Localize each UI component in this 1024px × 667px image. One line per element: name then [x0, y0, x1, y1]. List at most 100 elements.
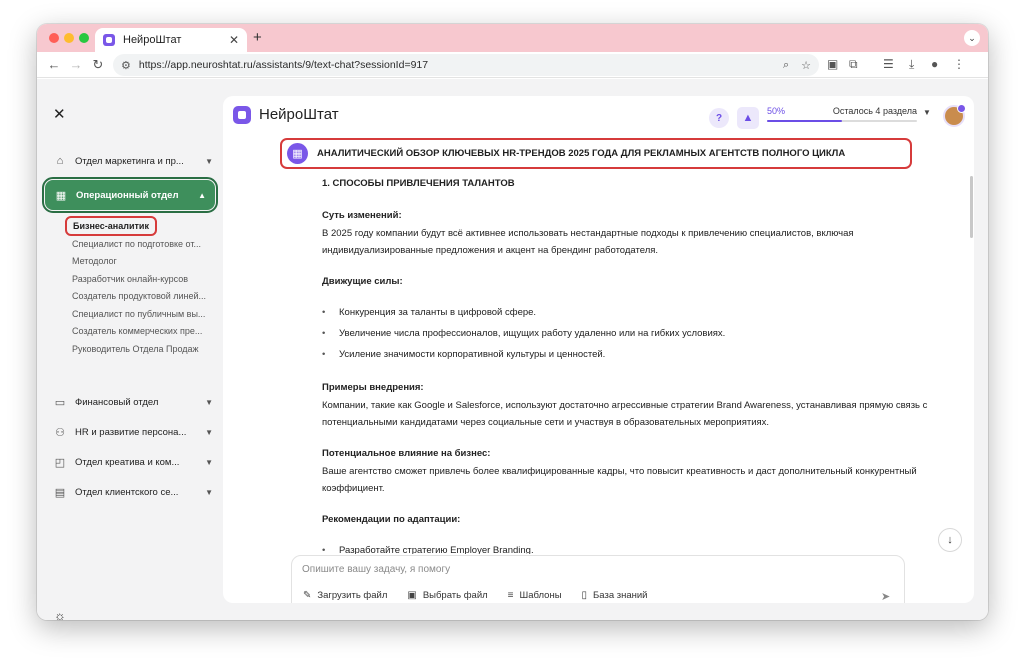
sidebar-section-label: Отдел клиентского се... — [75, 486, 179, 498]
sidebar-section-operations[interactable]: ▦ Операционный отдел ▲ — [42, 177, 218, 213]
tab-close-icon[interactable]: ✕ — [229, 33, 239, 47]
content-scrollbar[interactable] — [970, 176, 973, 238]
favicon-icon — [103, 34, 115, 46]
sidebar-item-report-specialist[interactable]: Специалист по подготовке от... — [72, 239, 216, 249]
list-item: Разработайте стратегию Employer Branding… — [322, 540, 928, 554]
help-button[interactable]: ? — [709, 108, 729, 128]
drivers-label: Движущие силы: — [322, 276, 403, 287]
user-avatar[interactable] — [943, 104, 966, 127]
document-title: АНАЛИТИЧЕСКИЙ ОБЗОР КЛЮЧЕВЫХ HR-ТРЕНДОВ … — [317, 148, 846, 159]
extension-icon[interactable]: ▣ — [827, 57, 838, 71]
puzzle-icon[interactable]: ⧉ — [849, 57, 858, 72]
browser-menu-icon[interactable]: ⋮ — [953, 57, 965, 71]
drivers-list: Конкуренция за таланты в цифровой сфере.… — [322, 302, 928, 365]
chevron-down-icon: ▼ — [205, 487, 213, 497]
recommendations-label: Рекомендации по адаптации: — [322, 514, 461, 525]
chevron-up-icon: ▲ — [198, 190, 206, 200]
sidebar-item-course-developer[interactable]: Разработчик онлайн-курсов — [72, 274, 216, 284]
changes-label: Суть изменений: — [322, 210, 402, 221]
sidebar-section-hr[interactable]: ⚇ HR и развитие персона... ▼ — [53, 422, 213, 442]
folder-icon: ▣ — [407, 590, 417, 601]
url-text[interactable]: https://app.neuroshtat.ru/assistants/9/t… — [139, 59, 771, 71]
upload-file-button[interactable]: ✎ Загрузить файл — [303, 590, 387, 601]
tab-strip: НейроШтат ✕ + ⌄ — [37, 24, 988, 52]
sidebar-item-business-analyst[interactable]: Бизнес-аналитик — [65, 216, 157, 236]
progress-percent: 50% — [767, 106, 786, 116]
sidebar-close-icon[interactable]: ✕ — [53, 105, 66, 123]
list-item: Увеличение числа профессионалов, ищущих … — [322, 323, 928, 344]
bookmark-star-icon[interactable]: ☆ — [801, 59, 811, 72]
back-icon[interactable]: ← — [43, 57, 65, 72]
chevron-down-icon[interactable]: ▼ — [923, 108, 931, 117]
progress-bar — [767, 120, 917, 122]
main-panel: НейроШтат ? ▲ 50% Осталось 4 раздела ▼ ▦… — [223, 96, 974, 603]
composer-actions: ✎ Загрузить файл ▣ Выбрать файл ≡ Шаблон… — [303, 590, 667, 601]
progress-remaining: Осталось 4 раздела — [832, 106, 917, 116]
document-content: 1. СПОСОБЫ ПРИВЛЕЧЕНИЯ ТАЛАНТОВ Суть изм… — [322, 172, 928, 554]
scroll-down-button[interactable]: ↓ — [938, 528, 962, 552]
browser-tab[interactable]: НейроШтат ✕ — [95, 28, 247, 52]
recommendations-list: Разработайте стратегию Employer Branding… — [322, 540, 928, 554]
templates-button[interactable]: ≡ Шаблоны — [508, 590, 562, 601]
browser-toolbar: ← → ↻ ⚙ https://app.neuroshtat.ru/assist… — [37, 52, 988, 78]
sidebar-section-label: Финансовый отдел — [75, 396, 159, 408]
choose-file-button[interactable]: ▣ Выбрать файл — [407, 590, 487, 601]
section-heading: 1. СПОСОБЫ ПРИВЛЕЧЕНИЯ ТАЛАНТОВ — [322, 178, 515, 189]
examples-label: Примеры внедрения: — [322, 382, 424, 393]
sidebar-item-commercial-offers[interactable]: Создатель коммерческих пре... — [72, 326, 216, 336]
sidebar-section-client-service[interactable]: ▤ Отдел клиентского се... ▼ — [53, 482, 213, 502]
zoom-icon[interactable]: ⌕ — [783, 59, 789, 72]
people-icon: ⚇ — [55, 426, 65, 439]
sidebar-section-finance[interactable]: ▭ Финансовый отдел ▼ — [53, 392, 213, 412]
impact-text: Ваше агентство сможет привлечь более ква… — [322, 466, 917, 494]
sidebar-section-marketing[interactable]: ⌂ Отдел маркетинга и пр... ▼ — [53, 151, 213, 171]
progress-bar-fill — [767, 120, 842, 122]
chevron-down-icon: ▼ — [205, 156, 213, 166]
list-item: Конкуренция за таланты в цифровой сфере. — [322, 302, 928, 323]
send-icon[interactable]: ➤ — [881, 590, 890, 603]
upload-file-label: Загрузить файл — [317, 590, 388, 601]
maximize-window-button[interactable] — [79, 33, 89, 43]
paperclip-icon: ✎ — [303, 590, 312, 601]
changes-text: В 2025 году компании будут всё активнее … — [322, 228, 854, 256]
wallet-icon: ▭ — [54, 396, 66, 409]
id-card-icon: ▤ — [54, 486, 66, 499]
new-tab-button[interactable]: + — [253, 28, 262, 48]
book-icon: ▯ — [581, 590, 588, 601]
chevron-down-icon: ▼ — [205, 397, 213, 407]
reload-icon[interactable]: ↻ — [87, 57, 109, 73]
knowledge-base-label: База знаний — [593, 590, 648, 601]
theme-toggle-icon[interactable]: ☼ — [54, 608, 66, 620]
impact-label: Потенциальное влияние на бизнес: — [322, 448, 491, 459]
examples-text: Компании, такие как Google и Salesforce,… — [322, 400, 928, 428]
composer: ✎ Загрузить файл ▣ Выбрать файл ≡ Шаблон… — [291, 555, 905, 603]
tab-title: НейроШтат — [123, 34, 182, 46]
sidebar-item-product-line-creator[interactable]: Создатель продуктовой линей... — [72, 291, 216, 301]
forward-icon[interactable]: → — [65, 57, 87, 72]
chevron-down-icon: ▼ — [205, 427, 213, 437]
graduation-cap-icon[interactable]: ▲ — [737, 107, 759, 129]
site-info-icon[interactable]: ⚙ — [121, 59, 131, 72]
sidebar-section-label: Отдел креатива и ком... — [75, 456, 180, 468]
downloads-icon[interactable]: ⤓ — [909, 57, 914, 72]
grid-icon: ▦ — [287, 143, 308, 164]
sidebar-item-sales-head[interactable]: Руководитель Отдела Продаж — [72, 344, 216, 354]
sidebar-item-public-speaking[interactable]: Специалист по публичным вы... — [72, 309, 216, 319]
reading-list-icon[interactable]: ☰ — [883, 57, 894, 71]
chevron-down-icon: ▼ — [205, 457, 213, 467]
tab-search-icon[interactable]: ⌄ — [964, 30, 980, 46]
sidebar-section-creative[interactable]: ◰ Отдел креатива и ком... ▼ — [53, 452, 213, 472]
address-bar[interactable]: ⚙ https://app.neuroshtat.ru/assistants/9… — [113, 54, 819, 76]
list-item: Усиление значимости корпоративной культу… — [322, 344, 928, 365]
minimize-window-button[interactable] — [64, 33, 74, 43]
sidebar-section-label: Операционный отдел — [76, 189, 179, 201]
profile-icon[interactable]: ● — [931, 57, 938, 71]
sidebar-item-methodologist[interactable]: Методолог — [72, 256, 216, 266]
shop-icon: ⌂ — [56, 155, 64, 167]
knowledge-base-button[interactable]: ▯ База знаний — [582, 590, 648, 601]
close-window-button[interactable] — [49, 33, 59, 43]
task-input[interactable] — [302, 564, 862, 575]
app-name: НейроШтат — [259, 106, 339, 123]
sidebar: ✕ ⌂ Отдел маркетинга и пр... ▼ ▦ Операци… — [37, 79, 219, 620]
sidebar-section-label: HR и развитие персона... — [75, 426, 187, 438]
